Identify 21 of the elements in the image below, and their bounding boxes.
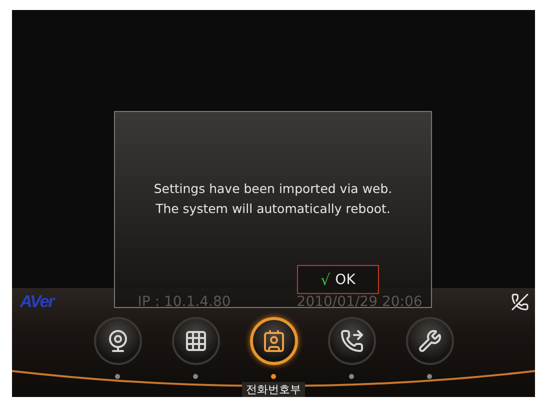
page-indicator-dot <box>349 374 354 379</box>
dock-button[interactable] <box>406 317 454 365</box>
phone-forward-icon <box>340 329 364 353</box>
dialog-message: Settings have been imported via web. The system will automatically reboot. <box>154 180 392 218</box>
dock-button[interactable] <box>328 317 376 365</box>
page-indicator-dot <box>115 374 120 379</box>
brand-logo: AVer <box>20 292 54 312</box>
ok-button[interactable]: √ OK <box>297 265 379 294</box>
contact-book-icon <box>262 329 286 353</box>
dock-button[interactable] <box>94 317 142 365</box>
hang-up-icon[interactable] <box>511 292 529 310</box>
page-indicator-dot <box>193 374 198 379</box>
dock-item-label: 전화번호부 <box>242 382 305 397</box>
dock-button[interactable] <box>250 317 298 365</box>
ip-address: IP : 10.1.4.80 <box>138 294 231 310</box>
dock-button[interactable] <box>172 317 220 365</box>
keypad-icon <box>184 329 208 353</box>
wrench-icon <box>418 329 442 353</box>
page-indicator-dot <box>271 374 276 379</box>
page-indicator-dot <box>427 374 432 379</box>
date-time: 2010/01/29 20:06 <box>296 294 422 310</box>
